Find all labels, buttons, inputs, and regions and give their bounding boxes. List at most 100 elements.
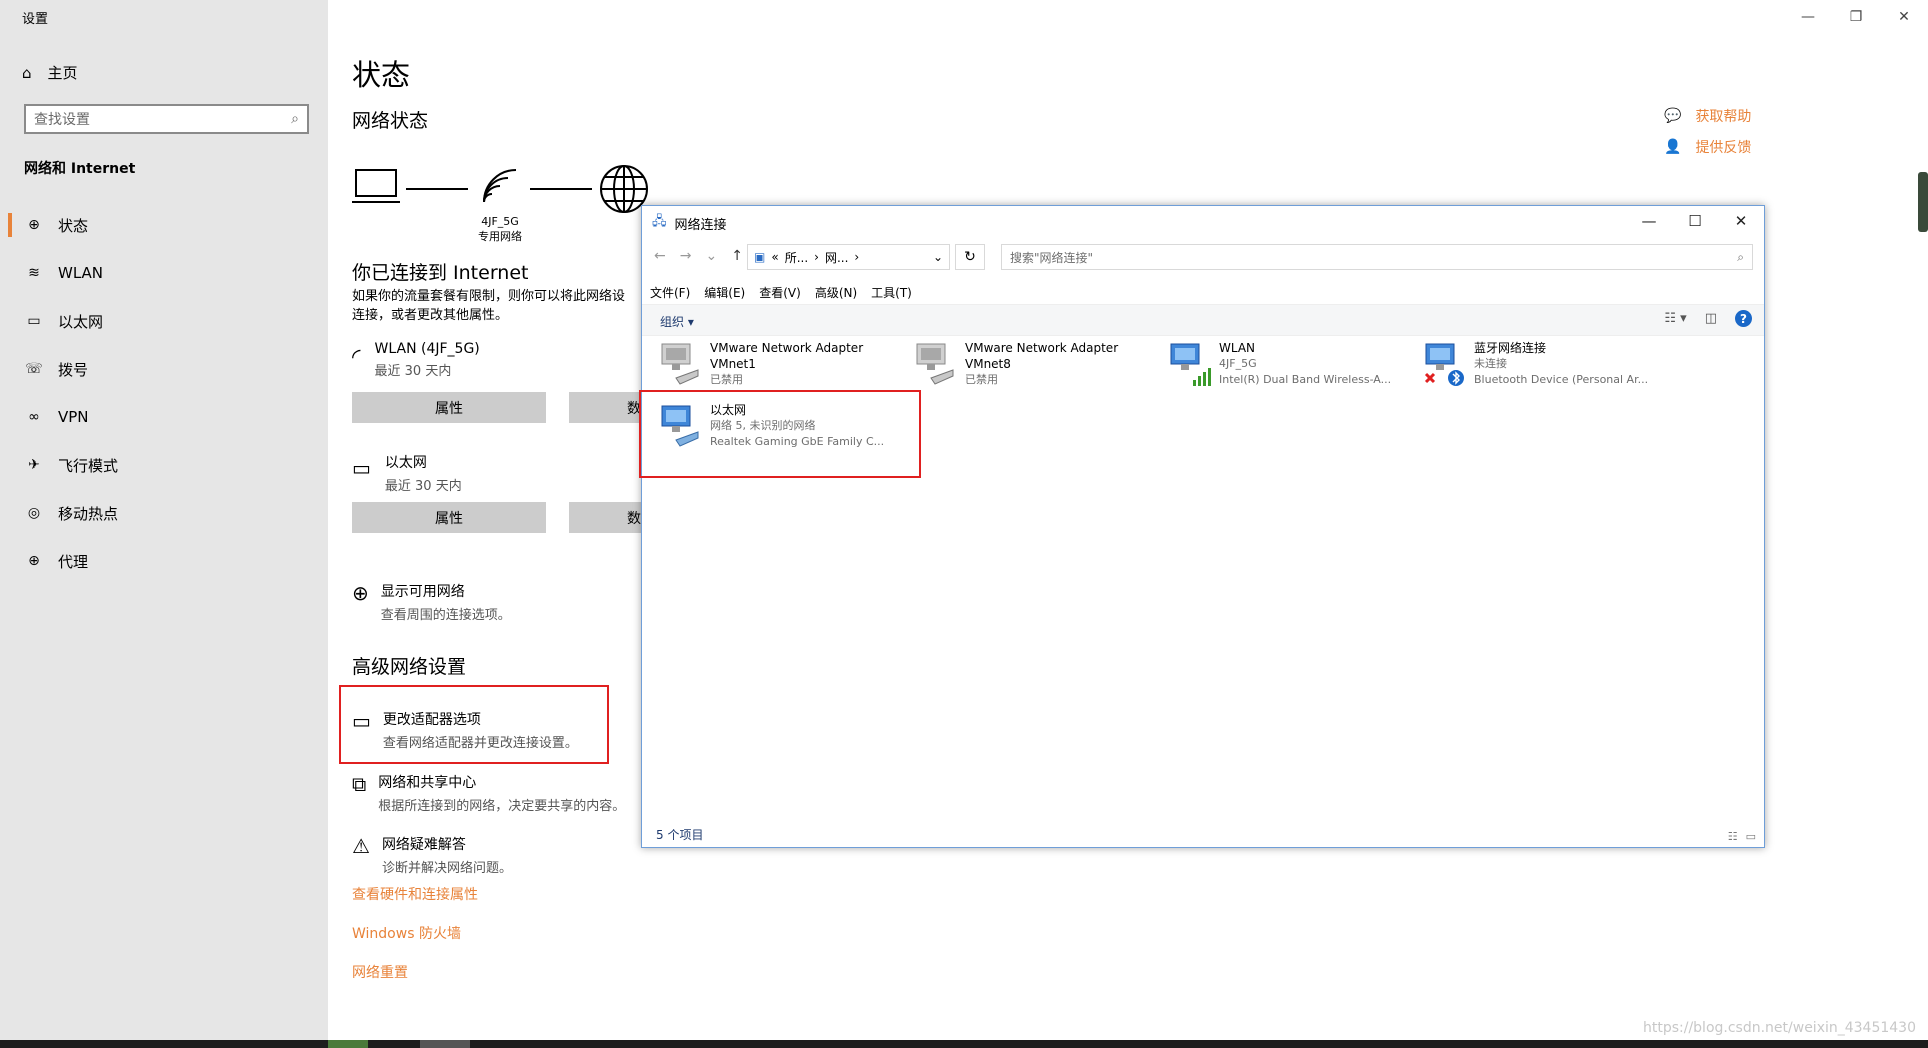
nav-item-vpn[interactable]: ∞ VPN: [0, 393, 328, 441]
network-folder-icon: 🖧: [652, 214, 667, 229]
nav-item-proxy[interactable]: ⊕ 代理: [0, 537, 328, 585]
feedback-label: 提供反馈: [1695, 139, 1752, 156]
chevron-right-icon: ›: [854, 250, 860, 264]
show-available-networks[interactable]: ⊕ 显示可用网络 查看周围的连接选项。: [352, 581, 511, 623]
connection-device: Bluetooth Device (Personal Ar...: [1474, 373, 1649, 386]
home-nav-item[interactable]: ⌂ 主页: [22, 62, 78, 83]
scrollbar-handle[interactable]: [1918, 172, 1928, 232]
forward-arrow-icon[interactable]: →: [680, 248, 692, 264]
explorer-maximize-button[interactable]: ☐: [1672, 206, 1718, 236]
details-view-icon[interactable]: ☷: [1728, 830, 1738, 843]
address-overflow[interactable]: «: [771, 250, 778, 264]
up-arrow-icon[interactable]: ↑: [731, 248, 743, 264]
nav-item-dialup[interactable]: ☏ 拨号: [0, 345, 328, 393]
watermark: https://blog.csdn.net/weixin_43451430: [1642, 1020, 1916, 1036]
nav-label: 拨号: [58, 360, 89, 379]
help-icon[interactable]: ?: [1735, 310, 1752, 327]
search-icon: ⌕: [1737, 249, 1744, 264]
explorer-close-button[interactable]: ✕: [1718, 206, 1764, 236]
explorer-view-switcher: ☷ ▭: [1728, 830, 1756, 843]
address-dropdown-icon[interactable]: ⌄: [933, 250, 943, 264]
hotspot-icon: ◎: [27, 505, 41, 521]
sharing-center-desc: 根据所连接到的网络，决定要共享的内容。: [378, 799, 626, 814]
hardware-properties-link[interactable]: 查看硬件和连接属性: [352, 884, 478, 904]
wlan-connection: ◜ WLAN (4JF_5G) 最近 30 天内: [352, 341, 480, 379]
wlan-properties-button[interactable]: 属性: [352, 392, 546, 423]
chevron-right-icon: ›: [814, 250, 819, 264]
ethernet-connection-name: 以太网: [384, 455, 427, 471]
connection-device: VMnet1: [710, 357, 756, 371]
explorer-title: 网络连接: [674, 217, 727, 233]
help-links: 💬 获取帮助 👤 提供反馈: [1664, 100, 1751, 162]
refresh-icon: ↻: [964, 249, 976, 265]
taskbar-app-indicator[interactable]: [420, 1040, 470, 1048]
network-troubleshoot[interactable]: ⚠ 网络疑难解答 诊断并解决网络问题。: [352, 834, 512, 876]
troubleshoot-title: 网络疑难解答: [381, 837, 466, 853]
explorer-window-controls: — ☐ ✕: [1626, 206, 1764, 236]
ethernet-icon: ▭: [27, 313, 41, 329]
menu-view[interactable]: 查看(V): [759, 284, 801, 301]
search-placeholder: 查找设置: [34, 112, 90, 128]
vpn-icon: ∞: [28, 409, 40, 425]
show-networks-title: 显示可用网络: [380, 584, 465, 600]
address-crumb[interactable]: 所...: [785, 249, 808, 266]
wifi-icon: ◜: [352, 345, 361, 370]
get-help-label: 获取帮助: [1695, 108, 1752, 125]
close-button[interactable]: ✕: [1880, 0, 1928, 34]
laptop-icon: [352, 169, 400, 203]
connection-vmnet8[interactable]: VMware Network Adapter VMnet8 已禁用: [913, 340, 1163, 396]
connection-name: WLAN: [1219, 341, 1256, 355]
explorer-view-tools: ☷ ▾ ◫ ?: [1664, 310, 1752, 327]
section-label: 网络和 Internet: [24, 161, 136, 177]
connection-wlan[interactable]: WLAN 4JF_5G Intel(R) Dual Band Wireless-…: [1167, 340, 1417, 396]
nav-label: 飞行模式: [58, 456, 119, 475]
nav-item-airplane[interactable]: ✈ 飞行模式: [0, 441, 328, 489]
wlan-usage: 最近 30 天内: [374, 364, 452, 379]
nav-label: 代理: [58, 552, 89, 571]
back-arrow-icon[interactable]: ←: [654, 248, 666, 264]
organize-button[interactable]: 组织 ▾: [660, 313, 694, 330]
windows-firewall-link[interactable]: Windows 防火墙: [352, 923, 461, 943]
menu-tools[interactable]: 工具(T): [871, 284, 912, 301]
address-bar[interactable]: ▣ « 所... › 网... › ⌄: [747, 244, 950, 270]
give-feedback-link[interactable]: 👤 提供反馈: [1664, 131, 1751, 162]
settings-nav: ⊕ 状态 ≋ WLAN ▭ 以太网 ☏ 拨号 ∞ VPN ✈ 飞行模式 ◎ 移动…: [0, 201, 328, 585]
connection-status: 已禁用: [965, 373, 998, 386]
connected-desc-line: 连接，或者更改其他属性。: [352, 308, 509, 323]
network-reset-link[interactable]: 网络重置: [352, 962, 408, 982]
taskbar-app-indicator[interactable]: [328, 1040, 368, 1048]
connection-name: 蓝牙网络连接: [1474, 341, 1547, 355]
menu-advanced[interactable]: 高级(N): [815, 284, 857, 301]
wireless-adapter-icon: [1170, 343, 1211, 386]
large-icons-view-icon[interactable]: ▭: [1746, 830, 1756, 843]
menu-edit[interactable]: 编辑(E): [704, 284, 745, 301]
proxy-globe-icon: ⊕: [28, 553, 40, 569]
restore-button[interactable]: ❐: [1832, 0, 1880, 34]
address-crumb[interactable]: 网...: [825, 249, 848, 266]
nav-item-ethernet[interactable]: ▭ 以太网: [0, 297, 328, 345]
home-icon: ⌂: [22, 63, 32, 82]
explorer-search-input[interactable]: 搜索"网络连接" ⌕: [1001, 244, 1753, 270]
connection-vmnet1[interactable]: VMware Network Adapter VMnet1 已禁用: [658, 340, 908, 396]
connection-bluetooth[interactable]: 蓝牙网络连接 未连接 Bluetooth Device (Personal Ar…: [1422, 340, 1672, 396]
minimize-button[interactable]: —: [1784, 0, 1832, 34]
refresh-button[interactable]: ↻: [955, 244, 985, 270]
ethernet-data-usage-button[interactable]: 数: [569, 502, 641, 533]
explorer-minimize-button[interactable]: —: [1626, 206, 1672, 236]
ethernet-properties-button[interactable]: 属性: [352, 502, 546, 533]
settings-search-input[interactable]: 查找设置 ⌕: [24, 104, 309, 134]
menu-file[interactable]: 文件(F): [650, 284, 690, 301]
wlan-data-usage-button[interactable]: 数: [569, 392, 641, 423]
explorer-item-count: 5 个项目: [656, 828, 704, 842]
dropdown-chevron-icon[interactable]: ⌄: [705, 248, 717, 264]
get-help-link[interactable]: 💬 获取帮助: [1664, 100, 1751, 131]
ethernet-connection: ▭ 以太网 最近 30 天内: [352, 452, 462, 494]
preview-pane-icon[interactable]: ◫: [1705, 311, 1717, 326]
view-options-icon[interactable]: ☷ ▾: [1664, 311, 1686, 326]
network-sharing-center[interactable]: ⧉ 网络和共享中心 根据所连接到的网络，决定要共享的内容。: [352, 772, 625, 814]
network-globe-icon: ⊕: [352, 581, 369, 605]
nav-item-wlan[interactable]: ≋ WLAN: [0, 249, 328, 297]
nav-item-status[interactable]: ⊕ 状态: [0, 201, 328, 249]
nav-item-hotspot[interactable]: ◎ 移动热点: [0, 489, 328, 537]
wifi-icon: ≋: [28, 265, 40, 281]
